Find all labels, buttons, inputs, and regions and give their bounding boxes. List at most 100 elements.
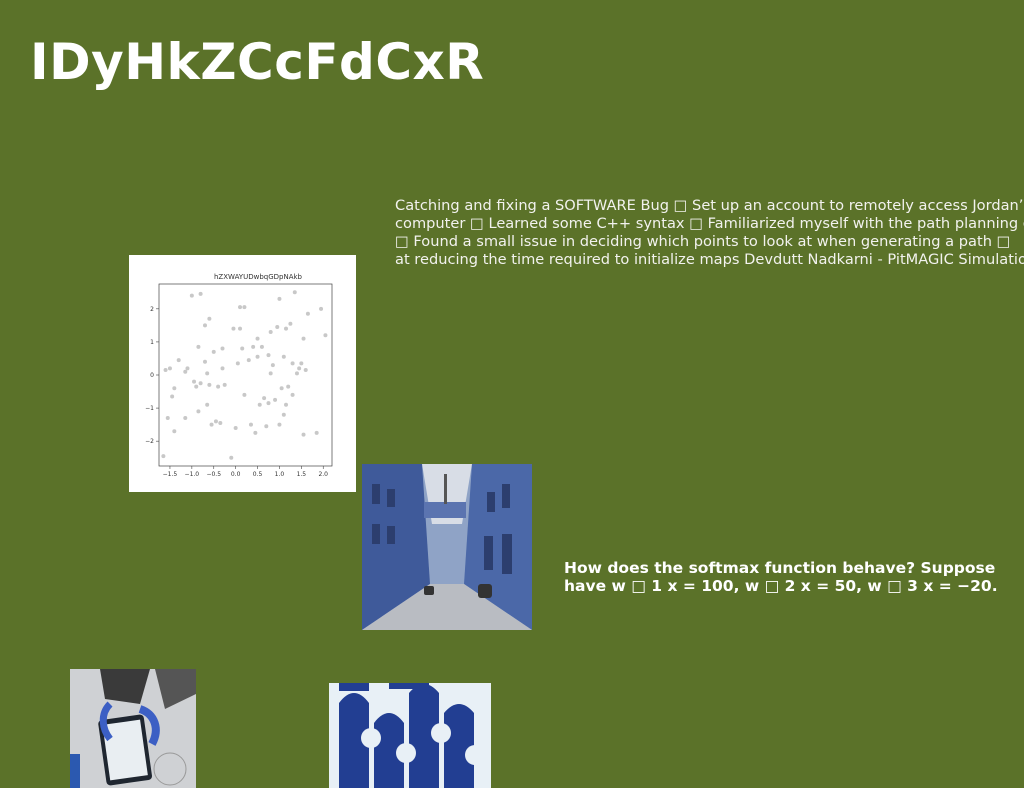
- scatter-point: [198, 381, 203, 386]
- x-tick-label: −1.0: [185, 471, 200, 478]
- scatter-point: [172, 429, 177, 434]
- scatter-point: [268, 329, 273, 334]
- scatter-point: [170, 394, 175, 399]
- y-tick-label: −2: [145, 438, 154, 445]
- scatter-point: [270, 363, 275, 368]
- scatter-point: [286, 384, 291, 389]
- scatter-point: [242, 305, 247, 310]
- scatter-plot-image: hZXWAYUDwbqGDpNAkb −1.5 −1.0 −0.5 0.0 0.5 1.0…: [129, 255, 356, 492]
- scatter-point: [185, 366, 190, 371]
- x-tick-label: −1.5: [163, 471, 178, 478]
- question-line: How does the softmax function behave? Su…: [564, 559, 996, 577]
- chart-title: hZXWAYUDwbqGDpNAkb: [214, 273, 303, 281]
- scatter-point: [273, 397, 278, 402]
- scatter-point: [196, 344, 201, 349]
- scatter-point: [303, 368, 308, 373]
- paragraph-line: Catching and fixing a SOFTWARE Bug □ Set…: [395, 197, 1024, 214]
- scatter-point: [319, 306, 324, 311]
- scatter-point: [277, 422, 282, 427]
- softmax-question: How does the softmax function behave? Su…: [564, 559, 998, 595]
- scatter-point: [281, 412, 286, 417]
- scatter-point: [242, 392, 247, 397]
- scatter-point: [216, 384, 221, 389]
- street-photo: [362, 464, 532, 630]
- scatter-point: [268, 371, 273, 376]
- scatter-point: [209, 422, 214, 427]
- scatter-point: [264, 424, 269, 429]
- scatter-point: [165, 416, 170, 421]
- wave-pattern-image: [329, 683, 491, 788]
- scatter-point: [266, 401, 271, 406]
- y-tick-label: 1: [150, 339, 154, 346]
- scatter-point: [220, 346, 225, 351]
- paragraph-line: □ Found a small issue in deciding which …: [395, 233, 1011, 250]
- scatter-point: [275, 325, 280, 330]
- scatter-point: [202, 323, 207, 328]
- description-paragraph: Catching and fixing a SOFTWARE Bug □ Set…: [395, 197, 1024, 269]
- scatter-point: [163, 368, 168, 373]
- scatter-point: [314, 430, 319, 435]
- scatter-point: [255, 354, 260, 359]
- tablet-photo: [70, 669, 196, 788]
- scatter-point: [262, 396, 267, 401]
- scatter-point: [235, 361, 240, 366]
- x-tick-label: 2.0: [318, 471, 328, 478]
- scatter-point: [194, 384, 199, 389]
- scatter-point: [284, 326, 289, 331]
- scatter-point: [284, 402, 289, 407]
- page-title: IDyHkZCcFdCxR: [30, 33, 485, 91]
- paragraph-line: at reducing the time required to initial…: [395, 251, 1024, 268]
- plot-frame: [158, 283, 333, 467]
- scatter-point: [189, 293, 194, 298]
- scatter-point: [172, 386, 177, 391]
- scatter-point: [167, 366, 172, 371]
- scatter-point: [290, 392, 295, 397]
- scatter-point: [196, 409, 201, 414]
- x-tick-label: 1.5: [297, 471, 307, 478]
- scatter-point: [279, 386, 284, 391]
- scatter-point: [207, 316, 212, 321]
- scatter-point: [323, 333, 328, 338]
- scatter-point: [292, 290, 297, 295]
- scatter-point: [238, 326, 243, 331]
- scatter-point: [207, 382, 212, 387]
- scatter-point: [240, 346, 245, 351]
- scatter-point: [229, 455, 234, 460]
- scatter-point: [301, 432, 306, 437]
- scatter-point: [266, 353, 271, 358]
- scatter-point: [246, 358, 251, 363]
- scatter-point: [218, 420, 223, 425]
- y-tick-label: 0: [150, 372, 154, 379]
- scatter-point: [176, 358, 181, 363]
- scatter-point: [290, 361, 295, 366]
- scatter-point: [161, 454, 166, 459]
- scatter-point: [251, 344, 256, 349]
- scatter-point: [222, 382, 227, 387]
- scatter-point: [255, 336, 260, 341]
- scatter-plot: hZXWAYUDwbqGDpNAkb −1.5 −1.0 −0.5 0.0 0.5 1.0…: [145, 273, 333, 478]
- scatter-point: [183, 369, 188, 374]
- scatter-point: [233, 425, 238, 430]
- scatter-point: [211, 349, 216, 354]
- scatter-point: [281, 354, 286, 359]
- paragraph-line: computer □ Learned some C++ syntax □ Fam…: [395, 215, 1024, 232]
- y-tick-label: 2: [150, 306, 154, 313]
- question-line: have w □ 1 x = 100, w □ 2 x = 50, w □ 3 …: [564, 577, 998, 595]
- scatter-point: [183, 416, 188, 421]
- scatter-point: [192, 379, 197, 384]
- scatter-point: [297, 366, 302, 371]
- x-tick-label: −0.5: [206, 471, 221, 478]
- scatter-point: [257, 402, 262, 407]
- scatter-point: [305, 311, 310, 316]
- scatter-point: [288, 321, 293, 326]
- scatter-point: [202, 359, 207, 364]
- x-tick-label: 1.0: [275, 471, 285, 478]
- scatter-point: [231, 326, 236, 331]
- scatter-point: [301, 336, 306, 341]
- scatter-point: [253, 430, 258, 435]
- scatter-point: [299, 361, 304, 366]
- y-tick-label: −1: [145, 405, 154, 412]
- scatter-point: [294, 371, 299, 376]
- scatter-point: [259, 344, 264, 349]
- x-tick-label: 0.5: [253, 471, 263, 478]
